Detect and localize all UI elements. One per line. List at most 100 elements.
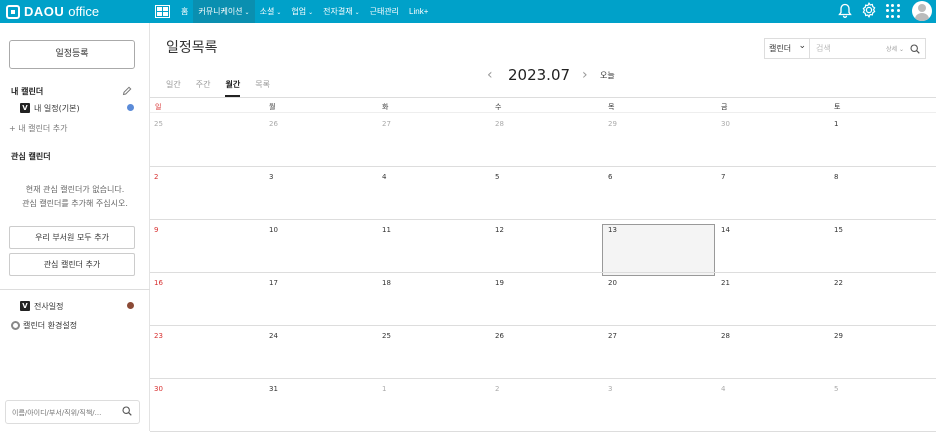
nav-item-6[interactable]: Link+: [404, 0, 433, 23]
nav-item-4[interactable]: 전자결재 ⌄: [318, 0, 364, 23]
day-cell-number[interactable]: 28: [721, 332, 730, 340]
day-cell-number[interactable]: 14: [721, 226, 730, 234]
day-cell-number[interactable]: 15: [834, 226, 843, 234]
detail-label: 상세: [886, 46, 898, 53]
company-calendar-item[interactable]: V 전사일정: [20, 300, 63, 312]
pencil-icon[interactable]: [122, 86, 132, 96]
nav-item-label: 소셜: [259, 7, 275, 16]
nav-item-2[interactable]: 소셜 ⌄: [255, 0, 287, 23]
calendar-search-input[interactable]: 검색: [810, 43, 886, 54]
menu-grid-icon[interactable]: [155, 5, 170, 18]
logo-icon: [6, 4, 20, 19]
day-cell-number[interactable]: 19: [495, 279, 504, 287]
tab-0[interactable]: 일간: [166, 79, 181, 97]
apps-icon[interactable]: [886, 4, 900, 18]
current-month: 2023.07: [508, 66, 571, 84]
next-month-icon[interactable]: ›: [582, 67, 594, 83]
day-cell-number[interactable]: 31: [269, 385, 278, 393]
my-calendar-item[interactable]: V 내 일정(기본): [20, 102, 80, 114]
day-cell-number[interactable]: 26: [495, 332, 504, 340]
prev-month-icon[interactable]: ‹: [487, 67, 499, 83]
app-logo[interactable]: DAOU office: [6, 3, 99, 20]
day-cell-number[interactable]: 1: [382, 385, 386, 393]
month-navigator: ‹ 2023.07 › 오늘: [487, 65, 615, 85]
day-cell-number[interactable]: 6: [608, 173, 612, 181]
day-cell-number[interactable]: 25: [154, 120, 163, 128]
day-cell-number[interactable]: 25: [382, 332, 391, 340]
day-cell-number[interactable]: 9: [154, 226, 158, 234]
day-cell-number[interactable]: 4: [721, 385, 725, 393]
nav-item-1[interactable]: 커뮤니케이션 ⌄: [193, 0, 255, 23]
tab-3[interactable]: 목록: [255, 79, 270, 97]
tab-1[interactable]: 주간: [196, 79, 211, 97]
chevron-down-icon: ⌄: [308, 10, 314, 16]
day-cell-number[interactable]: 2: [154, 173, 158, 181]
nav-item-label: 근태관리: [369, 7, 400, 16]
weekday-label: 화: [382, 103, 389, 111]
day-cell-number[interactable]: 18: [382, 279, 391, 287]
day-cell-number[interactable]: 4: [382, 173, 386, 181]
main-menu: 홈 커뮤니케이션 ⌄ 소셜 ⌄ 협업 ⌄ 전자결재 ⌄ 근태관리 Link+: [176, 0, 433, 23]
bell-icon[interactable]: [838, 3, 852, 18]
day-cell-number[interactable]: 1: [834, 120, 838, 128]
nav-item-0[interactable]: 홈: [176, 0, 193, 23]
day-cell-number[interactable]: 20: [608, 279, 617, 287]
checkbox-checked-icon[interactable]: V: [20, 301, 30, 311]
day-cell-number[interactable]: 23: [154, 332, 163, 340]
day-cell-number[interactable]: 2: [495, 385, 499, 393]
chevron-down-icon: ⌄: [276, 10, 282, 16]
day-cell-number[interactable]: 16: [154, 279, 163, 287]
search-icon[interactable]: [122, 406, 132, 416]
day-cell-number[interactable]: 21: [721, 279, 730, 287]
tab-2[interactable]: 월간: [225, 79, 241, 97]
add-department-button[interactable]: 우리 부서원 모두 추가: [9, 226, 135, 249]
day-cell-number[interactable]: 8: [834, 173, 838, 181]
my-calendar-title: 내 캘린더: [11, 87, 44, 96]
day-cell-number[interactable]: 3: [269, 173, 273, 181]
day-cell-number[interactable]: 24: [269, 332, 278, 340]
day-cell-number[interactable]: 12: [495, 226, 504, 234]
detail-search-toggle[interactable]: 상세 ⌄: [886, 44, 904, 53]
day-cell-number[interactable]: 29: [834, 332, 843, 340]
org-search-input[interactable]: [12, 405, 120, 420]
view-select[interactable]: 캘린더: [765, 37, 810, 58]
nav-item-label: Link+: [409, 7, 429, 16]
day-cell-number[interactable]: 17: [269, 279, 278, 287]
day-cell-number[interactable]: 27: [382, 120, 391, 128]
week-row: 30 31 1 2 3 4 5: [150, 379, 936, 432]
logo-suffix: office: [68, 4, 100, 19]
add-my-calendar-link[interactable]: + 내 캘린더 추가: [9, 123, 68, 134]
checkbox-checked-icon[interactable]: V: [20, 103, 30, 113]
sidebar: 일정등록 내 캘린더 V 내 일정(기본) + 내 캘린더 추가 관심 캘린더 …: [0, 23, 150, 431]
month-calendar: 일월화수목금토 25 26 27 28 29 30 1 2 3 4 5 6 7 8 9 10 11 12 13 14 1…: [150, 97, 936, 432]
day-cell-number[interactable]: 5: [834, 385, 838, 393]
gear-icon[interactable]: [861, 2, 877, 18]
search-icon[interactable]: [910, 43, 920, 54]
day-cell-number[interactable]: 10: [269, 226, 278, 234]
day-cell-number[interactable]: 5: [495, 173, 499, 181]
day-cell-number[interactable]: 11: [382, 226, 391, 234]
nav-item-3[interactable]: 협업 ⌄: [286, 0, 318, 23]
week-row: 2 3 4 5 6 7 8: [150, 167, 936, 220]
day-cell-number[interactable]: 3: [608, 385, 612, 393]
empty-message-line1: 현재 관심 캘린더가 없습니다.: [25, 185, 125, 194]
add-interest-calendar-button[interactable]: 관심 캘린더 추가: [9, 253, 135, 276]
day-cell-number[interactable]: 27: [608, 332, 617, 340]
calendar-settings-link[interactable]: 캘린더 환경설정: [11, 320, 77, 331]
day-cell-number[interactable]: 13: [608, 226, 617, 234]
day-cell-number[interactable]: 30: [154, 385, 163, 393]
today-button[interactable]: 오늘: [600, 70, 615, 81]
day-cell-number[interactable]: 29: [608, 120, 617, 128]
day-cell-number[interactable]: 30: [721, 120, 730, 128]
day-cell-number[interactable]: 7: [721, 173, 725, 181]
org-search-box: [5, 400, 140, 424]
nav-item-5[interactable]: 근태관리: [365, 0, 404, 23]
register-event-button[interactable]: 일정등록: [9, 40, 135, 69]
view-tabs: 일간 주간 월간 목록: [166, 79, 285, 97]
day-cell-number[interactable]: 26: [269, 120, 278, 128]
day-cell-number[interactable]: 28: [495, 120, 504, 128]
divider: [0, 289, 150, 290]
top-navigation-bar: DAOU office 홈 커뮤니케이션 ⌄ 소셜 ⌄ 협업 ⌄ 전자결재 ⌄ 근태관리 Link+: [0, 0, 936, 23]
day-cell-number[interactable]: 22: [834, 279, 843, 287]
avatar[interactable]: [912, 1, 932, 21]
